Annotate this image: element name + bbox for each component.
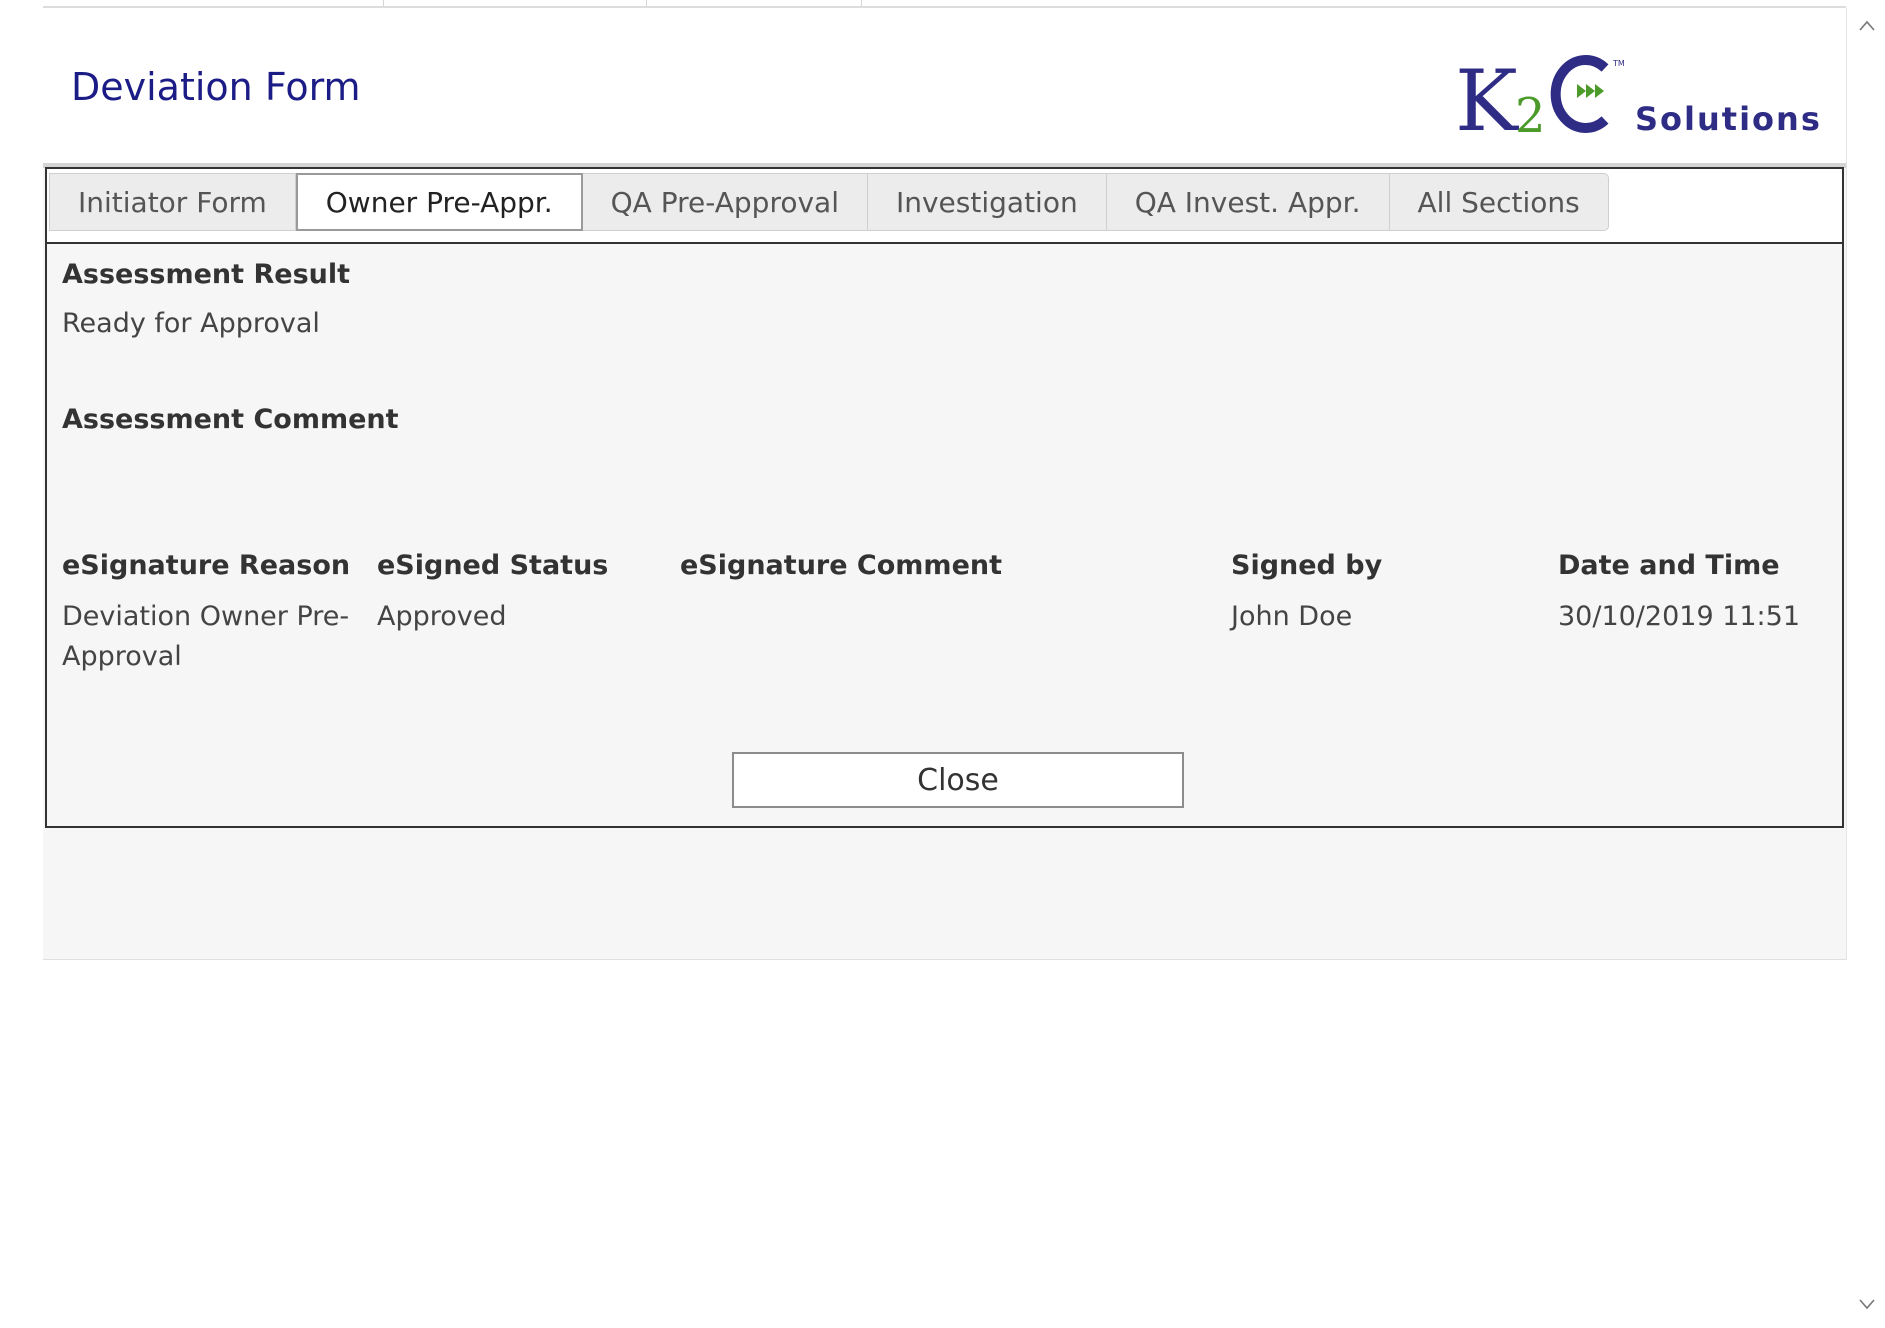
tab-qa-invest-approval[interactable]: QA Invest. Appr. — [1106, 173, 1390, 231]
tab-initiator-form[interactable]: Initiator Form — [49, 173, 296, 231]
svg-text:K: K — [1455, 52, 1520, 148]
svg-text:TM: TM — [1612, 59, 1625, 68]
signed-by-header: Signed by — [1231, 550, 1383, 581]
k2c-solutions-logo: K 2 TM Solutions — [1455, 52, 1822, 148]
esigned-status-header: eSigned Status — [377, 550, 609, 581]
chevron-up-icon[interactable] — [1857, 16, 1877, 36]
date-time-header: Date and Time — [1558, 550, 1780, 581]
esignature-reason-header: eSignature Reason — [62, 550, 351, 581]
assessment-result-value: Ready for Approval — [62, 308, 320, 339]
section-tabs-bar: Initiator Form Owner Pre-Appr. QA Pre-Ap… — [45, 167, 1844, 242]
assessment-comment-label: Assessment Comment — [62, 404, 399, 435]
esigned-status-value: Approved — [377, 601, 507, 632]
section-tabs: Initiator Form Owner Pre-Appr. QA Pre-Ap… — [49, 173, 1609, 231]
esignature-comment-header: eSignature Comment — [680, 550, 1003, 581]
signed-by-value: John Doe — [1231, 601, 1353, 632]
chevron-down-icon[interactable] — [1857, 1294, 1877, 1314]
form-header: Deviation Form K 2 TM Solutions — [43, 8, 1846, 168]
top-strip-divider — [861, 0, 862, 6]
owner-pre-approval-panel: Assessment Result Ready for Approval Ass… — [45, 242, 1844, 828]
tab-all-sections[interactable]: All Sections — [1389, 173, 1609, 231]
tab-investigation[interactable]: Investigation — [867, 173, 1107, 231]
top-strip-divider — [383, 0, 384, 6]
esignature-reason-value: Deviation Owner Pre-Approval — [62, 601, 350, 672]
svg-text:2: 2 — [1515, 88, 1546, 144]
close-button[interactable]: Close — [732, 752, 1184, 808]
date-time-value: 30/10/2019 11:51 — [1558, 601, 1801, 632]
vertical-scrollbar[interactable] — [1848, 8, 1885, 1328]
page-title: Deviation Form — [71, 65, 361, 109]
tab-owner-pre-approval[interactable]: Owner Pre-Appr. — [295, 173, 583, 231]
deviation-form-window: Deviation Form K 2 TM Solutions Initiato… — [43, 8, 1847, 960]
top-tab-strip — [43, 0, 1846, 8]
assessment-result-label: Assessment Result — [62, 259, 351, 290]
logo-tagline: Solutions — [1635, 100, 1822, 138]
tab-qa-pre-approval[interactable]: QA Pre-Approval — [582, 173, 868, 231]
top-strip-divider — [646, 0, 647, 6]
